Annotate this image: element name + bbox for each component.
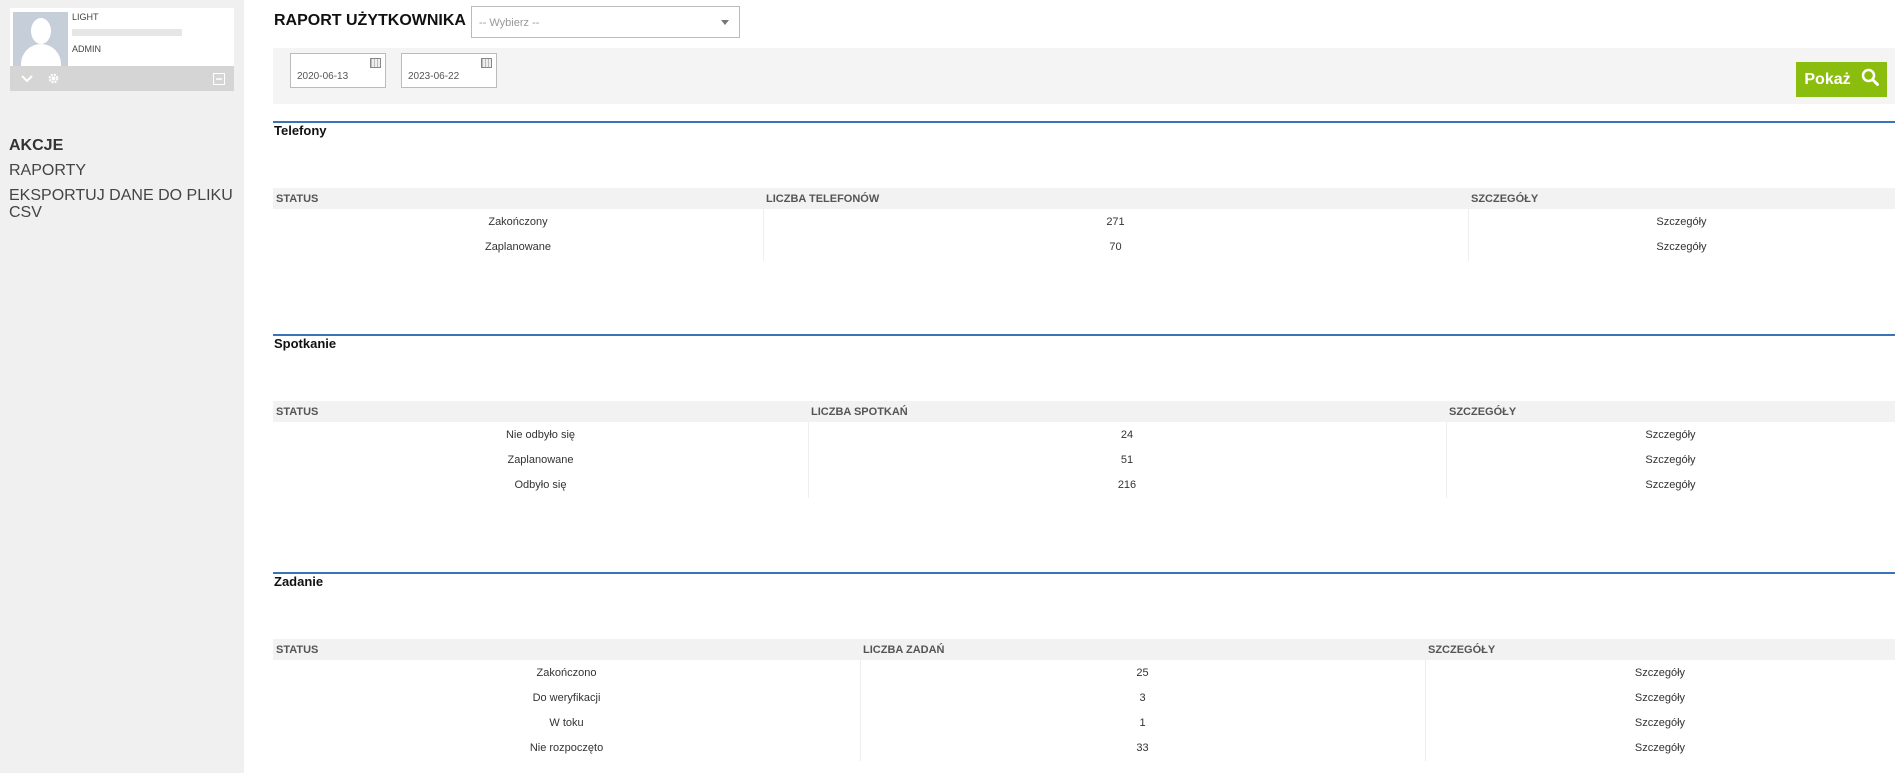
show-button-label: Pokaż [1804, 70, 1851, 88]
chevron-down-icon [721, 20, 729, 25]
details-link[interactable]: Szczegóły [1468, 216, 1895, 228]
nav-item-eksportuj[interactable]: EKSPORTUJ DANE DO PLIKU CSV [9, 187, 235, 221]
section-title: Zadanie [274, 574, 324, 589]
spotkanie-table: STATUS LICZBA SPOTKAŃ SZCZEGÓŁY Nie odby… [273, 401, 1895, 498]
status-cell: W toku [549, 717, 584, 729]
status-cell: Nie odbyło się [505, 429, 576, 441]
gear-icon[interactable] [44, 66, 62, 91]
nav-item-raporty[interactable]: RAPORTY [9, 162, 235, 179]
date-from-field[interactable]: 2020-06-13 [290, 53, 386, 88]
table-row: Odbyło się 216 Szczegóły [273, 472, 1895, 497]
count-cell: 1 [1139, 717, 1146, 729]
column-header-status: STATUS [276, 644, 319, 656]
status-cell: Odbyło się [514, 479, 567, 491]
details-link[interactable]: Szczegóły [1425, 742, 1895, 754]
details-link[interactable]: Szczegóły [1468, 241, 1895, 253]
status-cell: Zakończony [488, 216, 548, 228]
date-from-value: 2020-06-13 [297, 71, 349, 82]
search-icon [1861, 68, 1879, 91]
column-header-details: SZCZEGÓŁY [1449, 406, 1517, 418]
table-row: Zaplanowane 51 Szczegóły [273, 447, 1895, 472]
details-link[interactable]: Szczegóły [1446, 454, 1895, 466]
collapse-icon[interactable] [210, 66, 228, 91]
status-cell: Nie rozpoczęto [529, 742, 604, 754]
page-title: RAPORT UŻYTKOWNIKA [274, 12, 466, 29]
table-header: STATUS LICZBA TELEFONÓW SZCZEGÓŁY [273, 188, 1895, 209]
details-link[interactable]: Szczegóły [1446, 479, 1895, 491]
column-header-count: LICZBA SPOTKAŃ [811, 406, 908, 418]
count-cell: 24 [1120, 429, 1134, 441]
user-select[interactable]: -- Wybierz -- [471, 6, 740, 38]
show-button[interactable]: Pokaż [1796, 62, 1887, 97]
details-link[interactable]: Szczegóły [1425, 717, 1895, 729]
count-cell: 33 [1136, 742, 1149, 754]
status-cell: Zaplanowane [484, 241, 552, 253]
calendar-icon[interactable] [481, 58, 492, 68]
count-cell: 3 [1139, 692, 1146, 704]
column-header-details: SZCZEGÓŁY [1471, 193, 1539, 205]
table-row: Zakończono 25 Szczegóły [273, 660, 1895, 685]
table-row: Nie odbyło się 24 Szczegóły [273, 422, 1895, 447]
section-title: Telefony [274, 123, 327, 138]
chevron-down-icon[interactable] [18, 66, 36, 91]
telefony-table: STATUS LICZBA TELEFONÓW SZCZEGÓŁY Zakońc… [273, 188, 1895, 261]
user-role: ADMIN [72, 44, 101, 54]
details-link[interactable]: Szczegóły [1425, 667, 1895, 679]
column-header-status: STATUS [276, 193, 319, 205]
calendar-icon[interactable] [370, 58, 381, 68]
main-content: RAPORT UŻYTKOWNIKA -- Wybierz -- 2020-06… [273, 0, 1895, 773]
section-rule [273, 121, 1895, 123]
count-cell: 51 [1120, 454, 1134, 466]
table-row: Nie rozpoczęto 33 Szczegóły [273, 735, 1895, 760]
column-header-count: LICZBA TELEFONÓW [766, 193, 880, 205]
section-rule [273, 334, 1895, 336]
section-rule [273, 572, 1895, 574]
status-cell: Do weryfikacji [532, 692, 601, 704]
table-row: Do weryfikacji 3 Szczegóły [273, 685, 1895, 710]
sidebar: LIGHT ADMIN AKCJE RAPORTY EKSPORTUJ DANE… [0, 0, 244, 773]
sidebar-nav: AKCJE RAPORTY EKSPORTUJ DANE DO PLIKU CS… [9, 137, 235, 229]
status-cell: Zaplanowane [507, 454, 574, 466]
section-title: Spotkanie [274, 336, 337, 351]
details-link[interactable]: Szczegóły [1446, 429, 1895, 441]
user-card: LIGHT ADMIN [10, 8, 234, 91]
user-toolbar [10, 66, 234, 91]
user-placeholder-bar [72, 29, 182, 36]
table-row: Zakończony 271 Szczegóły [273, 209, 1895, 234]
user-name: LIGHT [72, 12, 99, 22]
status-cell: Zakończono [536, 667, 597, 679]
filter-bar: 2020-06-13 2023-06-22 Pokaż [273, 48, 1895, 104]
count-cell: 216 [1117, 479, 1137, 491]
column-header-count: LICZBA ZADAŃ [863, 644, 945, 656]
table-row: W toku 1 Szczegóły [273, 710, 1895, 735]
user-select-placeholder: -- Wybierz -- [479, 17, 540, 29]
count-cell: 70 [1109, 241, 1122, 253]
table-header: STATUS LICZBA ZADAŃ SZCZEGÓŁY [273, 639, 1895, 660]
date-to-field[interactable]: 2023-06-22 [401, 53, 497, 88]
count-cell: 25 [1136, 667, 1149, 679]
avatar [13, 12, 68, 67]
table-row: Zaplanowane 70 Szczegóły [273, 234, 1895, 259]
count-cell: 271 [1106, 216, 1125, 228]
details-link[interactable]: Szczegóły [1425, 692, 1895, 704]
date-to-value: 2023-06-22 [408, 71, 460, 82]
column-header-details: SZCZEGÓŁY [1428, 644, 1496, 656]
column-header-status: STATUS [276, 406, 319, 418]
zadanie-table: STATUS LICZBA ZADAŃ SZCZEGÓŁY Zakończono… [273, 639, 1895, 761]
nav-item-akcje[interactable]: AKCJE [9, 137, 235, 154]
table-header: STATUS LICZBA SPOTKAŃ SZCZEGÓŁY [273, 401, 1895, 422]
